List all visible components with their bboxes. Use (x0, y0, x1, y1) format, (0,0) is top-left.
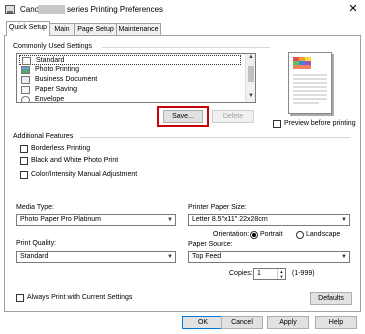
list-item-label: Photo Printing (35, 66, 79, 73)
redacted-model-name (38, 5, 65, 14)
paper-source-select[interactable]: Top Feed ▼ (188, 251, 350, 263)
preview-before-printing-label: Preview before printing (284, 120, 356, 127)
black-white-photo-label: Black and White Photo Print (31, 157, 119, 164)
group-divider (80, 137, 350, 138)
copies-stepper[interactable]: 1 ▲ ▼ (253, 268, 286, 280)
scroll-thumb[interactable] (248, 66, 254, 82)
print-quality-label: Print Quality: (16, 240, 57, 247)
apply-button[interactable]: Apply (267, 316, 309, 329)
chevron-down-icon: ▼ (167, 217, 173, 223)
printer-paper-size-select[interactable]: Letter 8.5"x11" 22x28cm ▼ (188, 214, 350, 226)
additional-features-heading: Additional Features (13, 133, 74, 140)
always-print-checkbox[interactable] (16, 294, 24, 302)
paper-preview-image (288, 52, 332, 114)
borderless-printing-label: Borderless Printing (31, 145, 91, 152)
landscape-radio[interactable] (296, 231, 304, 239)
media-type-value: Photo Paper Pro Platinum (20, 216, 101, 223)
group-divider (102, 47, 270, 48)
list-item-label: Envelope (35, 96, 65, 103)
list-item-label: Standard (36, 57, 65, 64)
help-button[interactable]: Help (315, 316, 357, 329)
printer-icon (5, 5, 15, 14)
chevron-down-icon: ▼ (341, 254, 347, 260)
media-type-select[interactable]: Photo Paper Pro Platinum ▼ (16, 214, 176, 226)
preview-before-printing-checkbox[interactable] (273, 120, 281, 128)
paper-source-value: Top Feed (192, 253, 222, 260)
copies-value[interactable]: 1 (257, 270, 261, 277)
color-intensity-label: Color/Intensity Manual Adjustment (31, 171, 138, 178)
title-bar: Canon series Printing Preferences ✕ (0, 0, 365, 20)
print-quality-select[interactable]: Standard ▼ (16, 251, 176, 263)
list-scrollbar[interactable]: ▲ ▼ (245, 54, 255, 102)
photo-icon (21, 66, 30, 74)
window-title-suffix: series Printing Preferences (67, 5, 164, 14)
borderless-printing-checkbox[interactable] (20, 145, 28, 153)
list-item-paper-saving[interactable]: Paper Saving (19, 85, 241, 95)
ok-button[interactable]: OK (182, 316, 224, 329)
commonly-used-list[interactable]: Standard Photo Printing Business Documen… (16, 53, 256, 103)
scroll-up-icon[interactable]: ▲ (246, 54, 255, 63)
defaults-button[interactable]: Defaults (310, 292, 352, 305)
close-icon[interactable]: ✕ (345, 2, 361, 17)
media-type-label: Media Type: (16, 204, 55, 211)
copies-label: Copies: (229, 270, 253, 277)
always-print-label: Always Print with Current Settings (27, 294, 133, 301)
delete-button[interactable]: Delete (212, 110, 254, 123)
chevron-down-icon: ▼ (341, 217, 347, 223)
printer-paper-size-label: Printer Paper Size: (188, 204, 247, 211)
chevron-down-icon: ▼ (167, 254, 173, 260)
list-item-photo-printing[interactable]: Photo Printing (19, 65, 241, 75)
standard-icon (22, 57, 31, 65)
landscape-label: Landscape (306, 231, 341, 238)
portrait-radio[interactable] (250, 231, 258, 239)
save-button-highlight (157, 106, 209, 127)
tab-quick-setup[interactable]: Quick Setup (6, 21, 50, 36)
printer-paper-size-value: Letter 8.5"x11" 22x28cm (192, 216, 268, 223)
envelope-icon (21, 96, 30, 102)
list-item-label: Business Document (35, 76, 98, 83)
portrait-label: Portrait (260, 231, 283, 238)
stepper-arrows[interactable]: ▲ ▼ (277, 269, 285, 279)
list-item-standard[interactable]: Standard (19, 55, 241, 65)
black-white-photo-checkbox[interactable] (20, 157, 28, 165)
list-item-envelope[interactable]: Envelope (19, 95, 241, 103)
list-item-business-document[interactable]: Business Document (19, 75, 241, 85)
color-intensity-checkbox[interactable] (20, 171, 28, 179)
commonly-used-heading: Commonly Used Settings (13, 43, 92, 50)
paper-source-label: Paper Source: (188, 241, 233, 248)
scroll-down-icon[interactable]: ▼ (246, 93, 255, 102)
document-icon (21, 76, 30, 84)
list-item-label: Paper Saving (35, 86, 78, 93)
orientation-label: Orientation: (213, 231, 250, 238)
cancel-button[interactable]: Cancel (221, 316, 263, 329)
paper-saving-icon (21, 86, 30, 94)
print-quality-value: Standard (20, 253, 49, 260)
copies-range: (1-999) (292, 270, 315, 277)
document-preview-icon (293, 57, 327, 104)
